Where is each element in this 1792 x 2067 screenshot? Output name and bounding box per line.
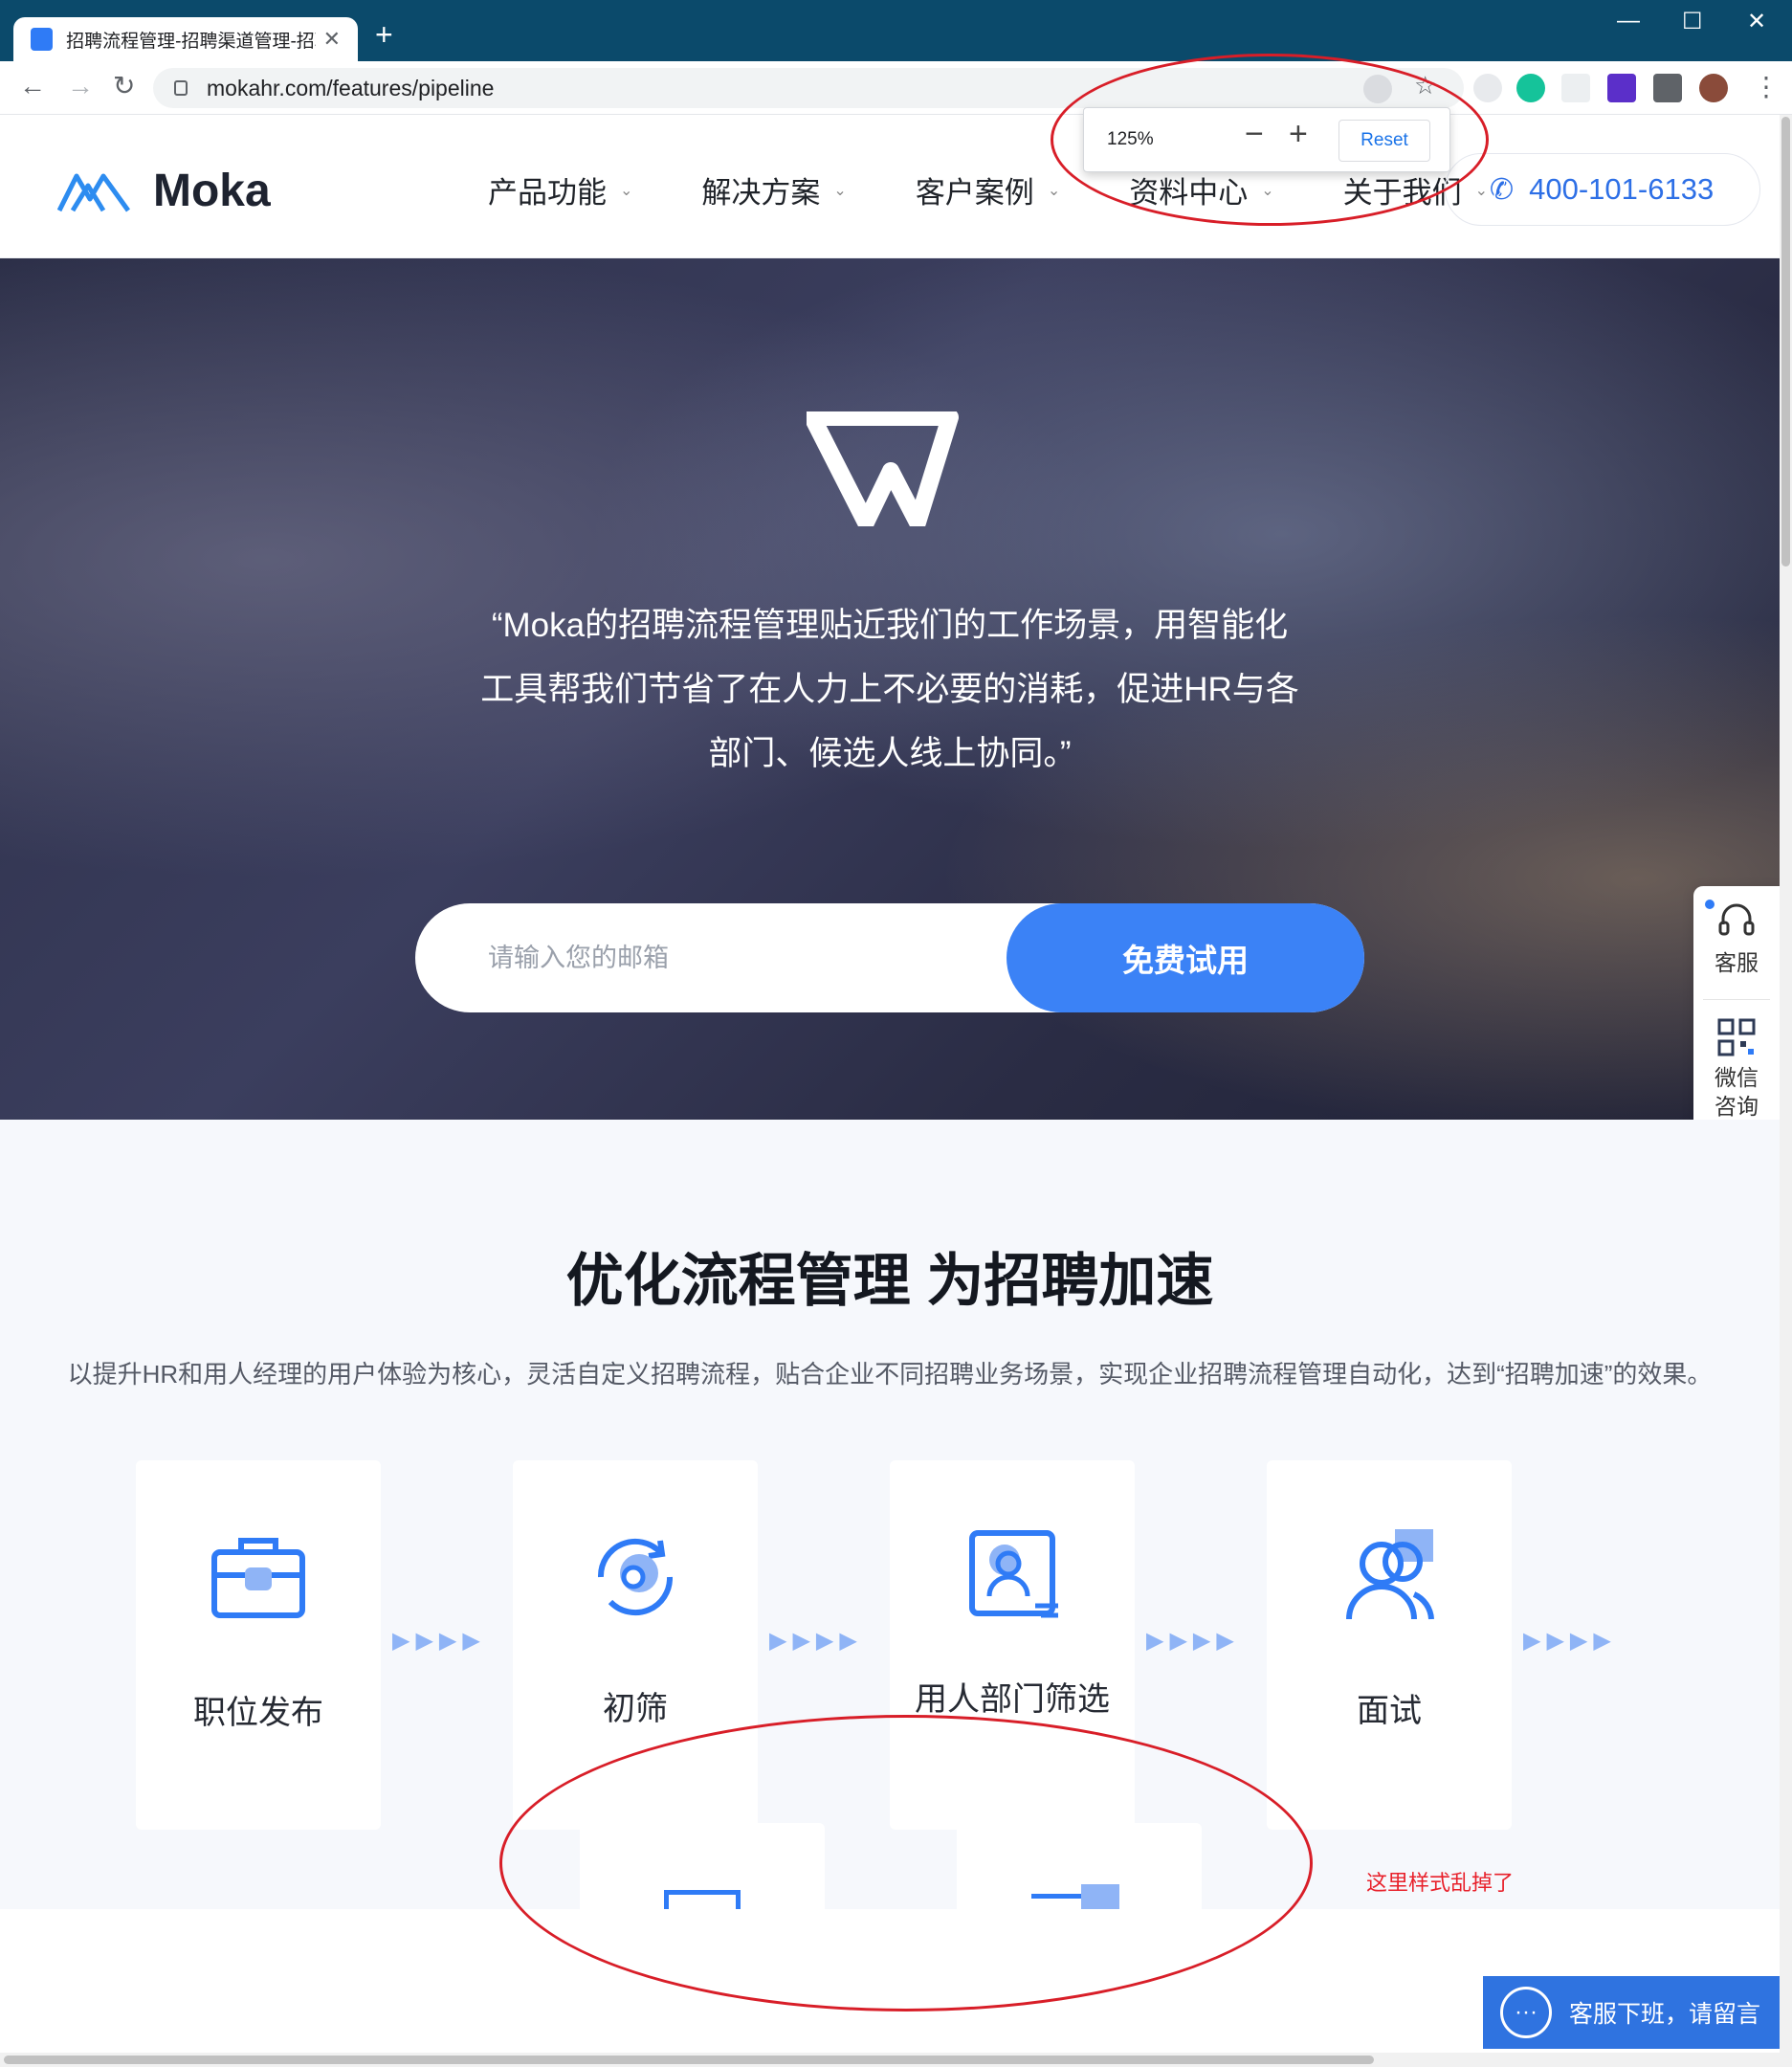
logo-text: Moka	[153, 166, 271, 216]
flow-arrows: ▶▶▶▶	[1146, 1628, 1240, 1654]
nav-label: 产品功能	[488, 176, 607, 210]
divider	[1703, 999, 1770, 1000]
refresh-screening-icon	[597, 1538, 674, 1616]
phone-contact[interactable]: ✆ 400-101-6133	[1445, 153, 1760, 226]
side-service-panel: 客服 微信 咨询	[1693, 886, 1780, 1148]
nav-item-solutions[interactable]: 解决方案 ⌄	[701, 168, 846, 211]
leave-message-chat-bar[interactable]: ··· 客服下班，请留言	[1483, 1976, 1780, 2049]
step-label: 初筛	[603, 1691, 668, 1727]
wechat-label-line2: 咨询	[1715, 1094, 1759, 1119]
back-icon[interactable]: ←	[19, 73, 46, 100]
nav-item-cases[interactable]: 客户案例 ⌄	[916, 168, 1060, 211]
browser-titlebar: 招聘流程管理-招聘渠道管理-招聘 ✕ + — ☐ ✕	[0, 0, 1792, 61]
quote-line: “Moka的招聘流程管理贴近我们的工作场景，用智能化	[491, 607, 1289, 644]
annotation-circle-zoom	[1051, 54, 1489, 226]
flow-arrows: ▶▶▶▶	[1523, 1628, 1617, 1654]
annotation-note: 这里样式乱掉了	[1366, 1871, 1515, 1895]
quote-line: 工具帮我们节省了在人力上不必要的消耗，促进HR与各	[480, 671, 1299, 708]
profile-avatar[interactable]	[1699, 74, 1728, 102]
extension-blank-icon[interactable]	[1561, 74, 1590, 102]
wechat-consult-button[interactable]: 微信 咨询	[1693, 1018, 1780, 1121]
grammarly-icon[interactable]	[1516, 74, 1545, 102]
customer-service-button[interactable]: 客服	[1693, 900, 1780, 977]
nav-label: 客户案例	[915, 176, 1034, 210]
hero-banner: “Moka的招聘流程管理贴近我们的工作场景，用智能化 工具帮我们节省了在人力上不…	[0, 258, 1780, 1120]
quote-line: 部门、候选人线上协同。”	[708, 735, 1072, 772]
chevron-down-icon: ⌄	[1047, 182, 1061, 199]
flow-arrows: ▶▶▶▶	[769, 1628, 863, 1654]
extension-layers-icon[interactable]	[1607, 74, 1636, 102]
reload-icon[interactable]: ↻	[113, 73, 135, 100]
browser-tab[interactable]: 招聘流程管理-招聘渠道管理-招聘 ✕	[13, 17, 358, 61]
vertical-scrollbar[interactable]	[1780, 115, 1792, 2053]
chat-label: 客服下班，请留言	[1569, 2001, 1761, 2028]
moka-favicon-icon	[31, 28, 54, 51]
maximize-icon[interactable]: ☐	[1682, 8, 1703, 35]
profile-card-icon	[969, 1530, 1058, 1618]
nav-label: 解决方案	[701, 176, 821, 210]
extension-cursor-icon[interactable]	[1473, 74, 1502, 102]
forward-icon[interactable]: →	[67, 73, 94, 100]
people-icon	[1346, 1529, 1434, 1620]
new-tab-icon[interactable]: +	[375, 19, 393, 50]
horizontal-scrollbar[interactable]	[0, 2053, 1792, 2067]
email-input[interactable]	[488, 934, 985, 982]
url-text: mokahr.com/features/pipeline	[207, 75, 495, 100]
extensions-puzzle-icon[interactable]	[1653, 74, 1682, 102]
nav-item-products[interactable]: 产品功能 ⌄	[488, 168, 632, 211]
scroll-thumb[interactable]	[4, 2056, 1374, 2064]
hero-quote: “Moka的招聘流程管理贴近我们的工作场景，用智能化 工具帮我们节省了在人力上不…	[450, 593, 1330, 786]
step-label: 职位发布	[193, 1695, 323, 1731]
customer-w-logo	[807, 411, 959, 526]
browser-toolbar: ← → ↻ mokahr.com/features/pipeline ☆ ⋮	[0, 61, 1792, 115]
annotation-circle-broken-layout	[499, 1715, 1313, 2011]
chat-bubble-icon: ···	[1500, 1987, 1552, 2038]
step-card-interview[interactable]: 面试	[1267, 1460, 1512, 1830]
wechat-label-line1: 微信	[1715, 1065, 1759, 1090]
section-description: 以提升HR和用人经理的用户体验为核心，灵活自定义招聘流程，贴合企业不同招聘业务场…	[67, 1360, 1713, 1389]
lock-icon	[174, 80, 188, 96]
phone-icon: ✆	[1490, 173, 1515, 206]
step-label: 面试	[1357, 1693, 1422, 1729]
step-card-job-posting[interactable]: 职位发布	[136, 1460, 381, 1830]
section-title: 优化流程管理 为招聘加速	[565, 1249, 1214, 1313]
browser-menu-icon[interactable]: ⋮	[1753, 71, 1780, 102]
tab-close-icon[interactable]: ✕	[323, 27, 341, 52]
flow-arrows: ▶▶▶▶	[392, 1628, 486, 1654]
chevron-down-icon: ⌄	[833, 182, 847, 199]
briefcase-icon	[211, 1538, 305, 1618]
service-label: 客服	[1715, 950, 1759, 975]
moka-logo[interactable]: Moka	[57, 165, 271, 217]
free-trial-button[interactable]: 免费试用	[1007, 903, 1364, 1012]
qr-code-icon	[1717, 1018, 1756, 1056]
moka-mountain-icon	[57, 173, 130, 211]
site-header: Moka 产品功能 ⌄ 解决方案 ⌄ 客户案例 ⌄ 资料中心 ⌄ 关于我们 ⌄ ✆ 400…	[0, 115, 1780, 258]
chevron-down-icon: ⌄	[620, 182, 633, 199]
scroll-thumb[interactable]	[1781, 117, 1790, 567]
signup-form: 免费试用	[415, 903, 1364, 1012]
close-window-icon[interactable]: ✕	[1747, 8, 1766, 35]
headset-icon	[1718, 903, 1755, 936]
step-label: 用人部门筛选	[915, 1681, 1110, 1718]
tab-title: 招聘流程管理-招聘渠道管理-招聘	[66, 31, 316, 52]
phone-number: 400-101-6133	[1529, 172, 1715, 206]
minimize-icon[interactable]: —	[1617, 8, 1640, 34]
